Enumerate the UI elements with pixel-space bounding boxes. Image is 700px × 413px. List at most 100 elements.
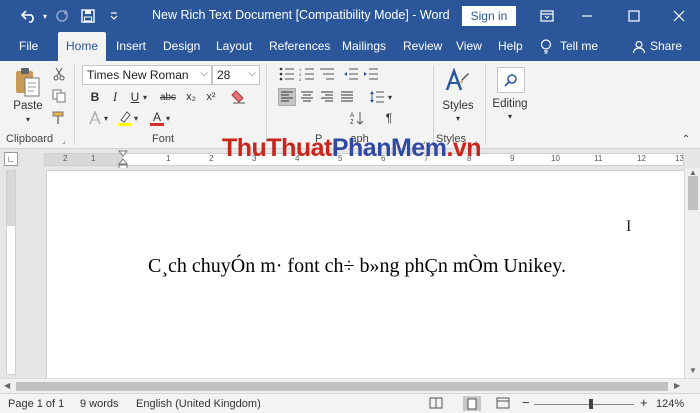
tab-file[interactable]: File (19, 32, 38, 61)
document-text[interactable]: C¸ch chuyÓn m· font ch÷ b»ng phÇn mÒm Un… (47, 255, 667, 278)
ruler-number: 1 (166, 154, 171, 163)
print-layout-icon[interactable] (463, 396, 481, 411)
paste-dropdown-icon[interactable]: ▾ (22, 114, 34, 124)
tab-references[interactable]: References (269, 32, 330, 61)
scroll-right-icon[interactable]: ▶ (674, 381, 680, 390)
ruler-number: 1 (91, 154, 96, 163)
scroll-left-icon[interactable]: ◀ (4, 381, 10, 390)
page-count[interactable]: Page 1 of 1 (8, 398, 64, 410)
styles-dropdown-icon[interactable]: ▾ (452, 113, 464, 123)
zoom-slider-track[interactable] (534, 404, 634, 405)
redo-icon[interactable] (52, 6, 72, 26)
zoom-out-button[interactable]: − (522, 395, 530, 410)
line-spacing-icon[interactable] (368, 88, 386, 106)
ruler-number: 2 (63, 154, 68, 163)
read-mode-icon[interactable] (429, 397, 443, 412)
font-color-dropdown-icon[interactable]: ▾ (164, 109, 172, 127)
paste-button[interactable]: Paste (12, 99, 44, 113)
show-formatting-icon[interactable]: ¶ (380, 109, 398, 127)
underline-dropdown-icon[interactable]: ▾ (141, 88, 149, 106)
tell-me-search[interactable]: Tell me (540, 32, 598, 61)
cut-icon[interactable] (50, 65, 68, 83)
editing-dropdown-icon[interactable]: ▾ (504, 111, 516, 121)
align-center-icon[interactable] (298, 88, 316, 106)
highlight-dropdown-icon[interactable]: ▾ (132, 109, 140, 127)
align-right-icon[interactable] (318, 88, 336, 106)
font-size-combo[interactable]: 28 ⌵ (212, 65, 260, 85)
clipboard-launcher-icon[interactable]: ⌟ (62, 136, 66, 145)
watermark-part3: .vn (446, 134, 482, 162)
zoom-slider-thumb[interactable] (589, 399, 593, 409)
zoom-in-button[interactable]: + (640, 395, 648, 410)
sort-icon[interactable]: AZ (348, 109, 366, 127)
save-icon[interactable] (78, 6, 98, 26)
find-icon[interactable] (497, 67, 525, 93)
close-icon[interactable] (659, 0, 699, 32)
vertical-scrollbar[interactable]: ▲ ▼ (684, 168, 700, 378)
tab-insert[interactable]: Insert (116, 32, 146, 61)
styles-button[interactable]: Styles (438, 99, 478, 113)
ribbon-display-options-icon[interactable] (527, 0, 567, 32)
customize-toolbar-icon[interactable] (106, 6, 122, 26)
tab-design[interactable]: Design (163, 32, 200, 61)
font-name-value: Times New Roman (87, 68, 189, 82)
paste-icon[interactable] (12, 65, 42, 99)
ruler-number: 13 (675, 154, 684, 163)
undo-dropdown-icon[interactable]: ▾ (40, 6, 50, 26)
clear-formatting-icon[interactable] (230, 88, 248, 106)
tab-review[interactable]: Review (403, 32, 442, 61)
strikethrough-button[interactable]: abc (157, 88, 179, 106)
bullets-icon[interactable] (278, 65, 296, 83)
tab-help[interactable]: Help (498, 32, 523, 61)
align-left-icon[interactable] (278, 88, 296, 106)
vertical-ruler[interactable] (6, 170, 16, 375)
subscript-button[interactable]: x₂ (182, 88, 200, 106)
styles-gallery-icon[interactable] (442, 67, 472, 95)
group-separator (485, 65, 486, 145)
editing-button[interactable]: Editing (488, 97, 532, 111)
vertical-ruler-top-margin (7, 171, 15, 226)
decrease-indent-icon[interactable] (342, 65, 360, 83)
minimize-icon[interactable] (567, 0, 607, 32)
share-label: Share (650, 39, 683, 53)
maximize-icon[interactable] (614, 0, 654, 32)
justify-icon[interactable] (338, 88, 356, 106)
sign-in-button[interactable]: Sign in (462, 6, 516, 26)
status-bar: Page 1 of 1 9 words English (United King… (0, 393, 700, 413)
zoom-level[interactable]: 124% (656, 398, 684, 410)
indent-markers-icon[interactable] (118, 150, 128, 170)
collapse-ribbon-icon[interactable]: ⌃ (680, 133, 692, 145)
text-effects-dropdown-icon[interactable]: ▾ (102, 109, 110, 127)
line-spacing-dropdown-icon[interactable]: ▾ (386, 88, 394, 106)
svg-text:3: 3 (299, 77, 302, 81)
copy-icon[interactable] (50, 87, 68, 105)
tab-layout[interactable]: Layout (216, 32, 252, 61)
numbering-icon[interactable]: 123 (298, 65, 316, 83)
word-count[interactable]: 9 words (80, 398, 119, 410)
tab-selector-icon[interactable]: ∟ (4, 152, 18, 166)
tab-home[interactable]: Home (58, 32, 106, 61)
chevron-down-icon: ⌵ (248, 68, 256, 79)
superscript-button[interactable]: x² (202, 88, 220, 106)
vertical-scroll-thumb[interactable] (688, 176, 698, 210)
title-bar: ▾ New Rich Text Document [Compatibility … (0, 0, 700, 32)
bold-button[interactable]: B (86, 88, 104, 106)
format-painter-icon[interactable] (50, 109, 68, 127)
group-separator (433, 65, 434, 145)
document-page[interactable]: C¸ch chuyÓn m· font ch÷ b»ng phÇn mÒm Un… (46, 170, 684, 378)
tell-me-label: Tell me (560, 39, 599, 53)
multilevel-list-icon[interactable] (318, 65, 336, 83)
share-button[interactable]: Share (632, 32, 682, 61)
increase-indent-icon[interactable] (362, 65, 380, 83)
web-layout-icon[interactable] (496, 397, 510, 412)
language-indicator[interactable]: English (United Kingdom) (136, 398, 261, 410)
italic-button[interactable]: I (106, 88, 124, 106)
tab-mailings[interactable]: Mailings (342, 32, 386, 61)
document-area[interactable]: C¸ch chuyÓn m· font ch÷ b»ng phÇn mÒm Un… (22, 168, 684, 378)
undo-icon[interactable] (18, 6, 40, 26)
horizontal-scroll-thumb[interactable] (16, 382, 668, 391)
horizontal-scrollbar[interactable]: ◀ ▶ (0, 378, 700, 393)
tab-view[interactable]: View (456, 32, 482, 61)
scroll-down-icon[interactable]: ▼ (689, 366, 697, 375)
font-name-combo[interactable]: Times New Roman ⌵ (82, 65, 212, 85)
